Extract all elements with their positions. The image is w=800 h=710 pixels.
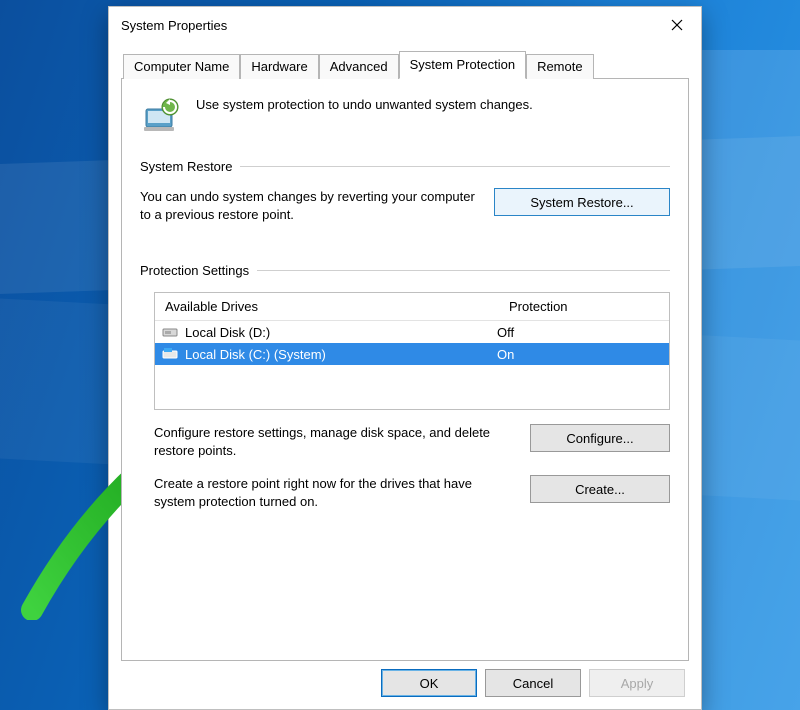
column-protection: Protection	[499, 293, 669, 320]
configure-row: Configure restore settings, manage disk …	[154, 424, 670, 459]
drive-protection: Off	[493, 325, 663, 340]
dialog-client-area: Computer Name Hardware Advanced System P…	[109, 43, 701, 709]
tab-advanced[interactable]: Advanced	[319, 54, 399, 79]
apply-button[interactable]: Apply	[589, 669, 685, 697]
drive-name: Local Disk (C:) (System)	[185, 347, 493, 362]
column-available-drives: Available Drives	[155, 293, 499, 320]
configure-button[interactable]: Configure...	[530, 424, 670, 452]
protection-settings-label: Protection Settings	[140, 263, 249, 278]
system-protection-icon	[140, 95, 182, 137]
tab-panel-system-protection: Use system protection to undo unwanted s…	[121, 78, 689, 661]
create-row: Create a restore point right now for the…	[154, 475, 670, 510]
create-button[interactable]: Create...	[530, 475, 670, 503]
system-restore-button[interactable]: System Restore...	[494, 188, 670, 216]
tab-computer-name[interactable]: Computer Name	[123, 54, 240, 79]
system-drive-icon	[161, 346, 179, 362]
group-header-protection-settings: Protection Settings	[140, 263, 670, 278]
divider	[257, 270, 670, 271]
divider	[240, 166, 670, 167]
intro-text: Use system protection to undo unwanted s…	[196, 95, 533, 112]
titlebar: System Properties	[109, 7, 701, 43]
drive-icon	[161, 324, 179, 340]
drive-protection: On	[493, 347, 663, 362]
drives-body: Local Disk (D:) Off Local Disk (C:) (Sys…	[155, 321, 669, 409]
system-properties-dialog: System Properties Computer Name Hardware…	[108, 6, 702, 710]
close-button[interactable]	[653, 7, 701, 43]
dialog-actions: OK Cancel Apply	[121, 661, 689, 697]
tab-strip: Computer Name Hardware Advanced System P…	[123, 51, 689, 78]
desktop-background: System Properties Computer Name Hardware…	[0, 0, 800, 710]
drives-list[interactable]: Available Drives Protection Local Disk (…	[154, 292, 670, 410]
configure-desc: Configure restore settings, manage disk …	[154, 424, 516, 459]
window-title: System Properties	[121, 18, 653, 33]
intro-row: Use system protection to undo unwanted s…	[140, 95, 670, 137]
drive-name: Local Disk (D:)	[185, 325, 493, 340]
ok-button[interactable]: OK	[381, 669, 477, 697]
system-restore-row: You can undo system changes by reverting…	[140, 188, 670, 223]
system-restore-desc: You can undo system changes by reverting…	[140, 188, 480, 223]
close-icon	[671, 19, 683, 31]
drives-header: Available Drives Protection	[155, 293, 669, 321]
tab-system-protection[interactable]: System Protection	[399, 51, 527, 79]
tab-hardware[interactable]: Hardware	[240, 54, 318, 79]
cancel-button[interactable]: Cancel	[485, 669, 581, 697]
system-restore-label: System Restore	[140, 159, 232, 174]
group-header-system-restore: System Restore	[140, 159, 670, 174]
drive-row[interactable]: Local Disk (D:) Off	[155, 321, 669, 343]
drive-row-selected[interactable]: Local Disk (C:) (System) On	[155, 343, 669, 365]
create-desc: Create a restore point right now for the…	[154, 475, 516, 510]
tab-remote[interactable]: Remote	[526, 54, 594, 79]
